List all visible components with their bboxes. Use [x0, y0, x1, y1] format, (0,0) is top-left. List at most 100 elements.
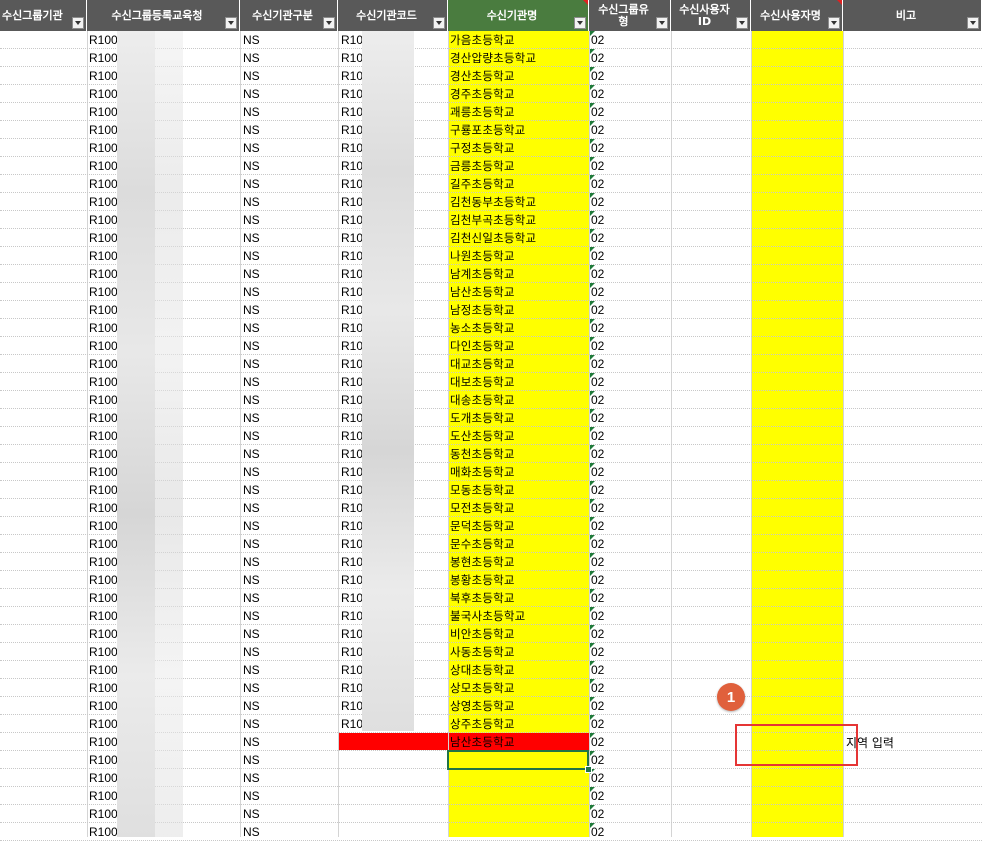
- cell-org-type[interactable]: NS: [243, 787, 283, 805]
- cell-org-code[interactable]: [341, 769, 371, 787]
- cell-group-kind[interactable]: 02: [591, 211, 621, 229]
- cell-org-type[interactable]: NS: [243, 643, 283, 661]
- cell-org-name[interactable]: 대교초등학교: [450, 355, 588, 373]
- cell-group-kind[interactable]: 02: [591, 463, 621, 481]
- cell-group-kind[interactable]: 02: [591, 319, 621, 337]
- cell-org-type[interactable]: NS: [243, 247, 283, 265]
- cell-group-kind[interactable]: 02: [591, 121, 621, 139]
- cell-group-kind[interactable]: 02: [591, 247, 621, 265]
- cell-org-name[interactable]: [450, 787, 588, 805]
- cell-org-type[interactable]: NS: [243, 499, 283, 517]
- cell-org-name[interactable]: 김천동부초등학교: [450, 193, 588, 211]
- cell-group-kind[interactable]: 02: [591, 355, 621, 373]
- cell-org-type[interactable]: NS: [243, 121, 283, 139]
- cell-org-name[interactable]: 도개초등학교: [450, 409, 588, 427]
- cell-group-kind[interactable]: 02: [591, 607, 621, 625]
- cell-group-kind[interactable]: 02: [591, 139, 621, 157]
- cell-group-kind[interactable]: 02: [591, 409, 621, 427]
- cell-org-type[interactable]: NS: [243, 607, 283, 625]
- cell-group-kind[interactable]: 02: [591, 85, 621, 103]
- cell-org-name[interactable]: 상모초등학교: [450, 679, 588, 697]
- cell-org-type[interactable]: NS: [243, 49, 283, 67]
- cell-group-kind[interactable]: 02: [591, 571, 621, 589]
- cell-org-type[interactable]: NS: [243, 67, 283, 85]
- cell-org-name[interactable]: 모전초등학교: [450, 499, 588, 517]
- cell-org-name[interactable]: 김천신일초등학교: [450, 229, 588, 247]
- cell-org-name[interactable]: 농소초등학교: [450, 319, 588, 337]
- cell-group-kind[interactable]: 02: [591, 391, 621, 409]
- cell-org-name[interactable]: 봉현초등학교: [450, 553, 588, 571]
- cell-org-type[interactable]: NS: [243, 355, 283, 373]
- cell-org-type[interactable]: NS: [243, 175, 283, 193]
- cell-org-type[interactable]: NS: [243, 103, 283, 121]
- header-group-kind[interactable]: 수신그룹유 형: [589, 0, 671, 31]
- cell-group-kind[interactable]: 02: [591, 31, 621, 49]
- cell-group-kind[interactable]: 02: [591, 787, 621, 805]
- cell-org-type[interactable]: NS: [243, 481, 283, 499]
- cell-org-code[interactable]: [341, 823, 371, 841]
- cell-org-type[interactable]: NS: [243, 625, 283, 643]
- cell-group-kind[interactable]: 02: [591, 337, 621, 355]
- cell-org-type[interactable]: NS: [243, 463, 283, 481]
- cell-org-type[interactable]: NS: [243, 391, 283, 409]
- cell-group-kind[interactable]: 02: [591, 229, 621, 247]
- cell-org-name[interactable]: [450, 769, 588, 787]
- cell-group-kind[interactable]: 02: [591, 769, 621, 787]
- header-user-name[interactable]: 수신사용자명: [751, 0, 843, 31]
- cell-org-type[interactable]: NS: [243, 823, 283, 841]
- cell-org-type[interactable]: NS: [243, 211, 283, 229]
- cell-org-name[interactable]: 사동초등학교: [450, 643, 588, 661]
- cell-group-kind[interactable]: 02: [591, 67, 621, 85]
- fill-handle[interactable]: [585, 766, 592, 773]
- cell-group-kind[interactable]: 02: [591, 499, 621, 517]
- cell-org-name[interactable]: 매화초등학교: [450, 463, 588, 481]
- cell-org-type[interactable]: NS: [243, 661, 283, 679]
- cell-org-name[interactable]: 다인초등학교: [450, 337, 588, 355]
- filter-dropdown-icon[interactable]: [656, 17, 668, 29]
- filter-dropdown-icon[interactable]: [225, 17, 237, 29]
- cell-org-name[interactable]: 길주초등학교: [450, 175, 588, 193]
- cell-org-type[interactable]: NS: [243, 751, 283, 769]
- cell-group-kind[interactable]: 02: [591, 553, 621, 571]
- cell-org-type[interactable]: NS: [243, 139, 283, 157]
- cell-org-name[interactable]: 불국사초등학교: [450, 607, 588, 625]
- cell-org-name[interactable]: 동천초등학교: [450, 445, 588, 463]
- filter-dropdown-icon[interactable]: [433, 17, 445, 29]
- cell-group-kind[interactable]: 02: [591, 733, 621, 751]
- cell-org-name[interactable]: 남정초등학교: [450, 301, 588, 319]
- cell-group-kind[interactable]: 02: [591, 589, 621, 607]
- cell-org-type[interactable]: NS: [243, 31, 283, 49]
- cell-org-code[interactable]: [341, 751, 371, 769]
- cell-group-kind[interactable]: 02: [591, 715, 621, 733]
- cell-org-type[interactable]: NS: [243, 517, 283, 535]
- cell-group-kind[interactable]: 02: [591, 517, 621, 535]
- cell-org-name[interactable]: 괘릉초등학교: [450, 103, 588, 121]
- cell-org-name[interactable]: 대송초등학교: [450, 391, 588, 409]
- cell-org-type[interactable]: NS: [243, 319, 283, 337]
- filter-dropdown-icon[interactable]: [736, 17, 748, 29]
- cell-org-name[interactable]: 김천부곡초등학교: [450, 211, 588, 229]
- cell-group-kind[interactable]: 02: [591, 697, 621, 715]
- cell-group-kind[interactable]: 02: [591, 535, 621, 553]
- cell-group-kind[interactable]: 02: [591, 481, 621, 499]
- cell-org-name[interactable]: 구룡포초등학교: [450, 121, 588, 139]
- cell-org-name[interactable]: 나원초등학교: [450, 247, 588, 265]
- cell-org-type[interactable]: NS: [243, 535, 283, 553]
- cell-org-type[interactable]: NS: [243, 553, 283, 571]
- header-org-type[interactable]: 수신기관구분: [240, 0, 338, 31]
- cell-org-name[interactable]: 대보초등학교: [450, 373, 588, 391]
- cell-org-name[interactable]: 북후초등학교: [450, 589, 588, 607]
- cell-org-type[interactable]: NS: [243, 283, 283, 301]
- cell-org-name[interactable]: 구정초등학교: [450, 139, 588, 157]
- cell-org-name[interactable]: 문덕초등학교: [450, 517, 588, 535]
- filter-dropdown-icon[interactable]: [323, 17, 335, 29]
- cell-org-name[interactable]: 문수초등학교: [450, 535, 588, 553]
- cell-org-type[interactable]: NS: [243, 769, 283, 787]
- cell-org-name[interactable]: 금릉초등학교: [450, 157, 588, 175]
- cell-group-kind[interactable]: 02: [591, 265, 621, 283]
- cell-group-kind[interactable]: 02: [591, 103, 621, 121]
- cell-group-kind[interactable]: 02: [591, 823, 621, 841]
- header-org-name[interactable]: 수신기관명: [448, 0, 589, 31]
- filter-dropdown-icon[interactable]: [828, 17, 840, 29]
- cell-org-type[interactable]: NS: [243, 337, 283, 355]
